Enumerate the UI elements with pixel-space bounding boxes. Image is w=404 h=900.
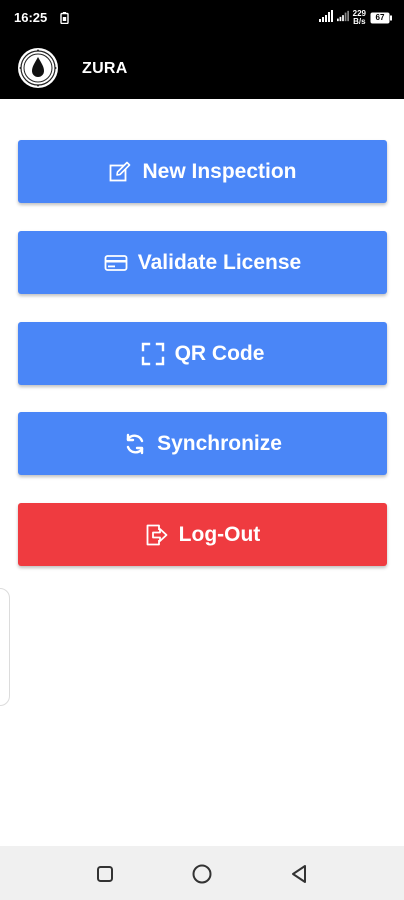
scan-icon: [141, 342, 165, 366]
logout-label: Log-Out: [178, 522, 261, 546]
home-icon[interactable]: [191, 863, 213, 885]
status-bar: 16:25 229 B/s 67: [0, 0, 404, 36]
side-drawer-handle[interactable]: [0, 588, 10, 706]
synchronize-label: Synchronize: [157, 431, 282, 455]
recent-apps-icon[interactable]: [94, 863, 116, 885]
edit-icon: [108, 160, 132, 184]
app-logo: [17, 47, 59, 89]
new-inspection-button[interactable]: New Inspection: [18, 140, 387, 203]
network-speed-unit: B/s: [353, 17, 366, 26]
logout-button[interactable]: Log-Out: [18, 503, 387, 566]
system-nav-bar: [0, 846, 404, 900]
logout-icon: [145, 523, 169, 547]
validate-license-label: Validate License: [137, 250, 302, 274]
new-inspection-label: New Inspection: [142, 159, 297, 183]
qr-code-label: QR Code: [174, 341, 265, 365]
synchronize-button[interactable]: Synchronize: [18, 412, 387, 475]
validate-license-button[interactable]: Validate License: [18, 231, 387, 294]
card-icon: [104, 251, 128, 275]
qr-code-button[interactable]: QR Code: [18, 322, 387, 385]
battery-saver-icon: [60, 11, 69, 25]
battery-icon: 67: [370, 12, 392, 24]
status-indicators: 229 B/s 67: [318, 8, 392, 28]
back-icon[interactable]: [288, 863, 310, 885]
network-speed: 229 B/s: [353, 10, 366, 26]
sync-icon: [123, 432, 147, 456]
signal-icon: [318, 9, 333, 27]
battery-level: 67: [375, 13, 385, 22]
app-bar: ZURA: [0, 36, 404, 99]
signal-icon: [336, 9, 349, 27]
app-title: ZURA: [82, 60, 128, 77]
status-time: 16:25: [14, 10, 48, 25]
